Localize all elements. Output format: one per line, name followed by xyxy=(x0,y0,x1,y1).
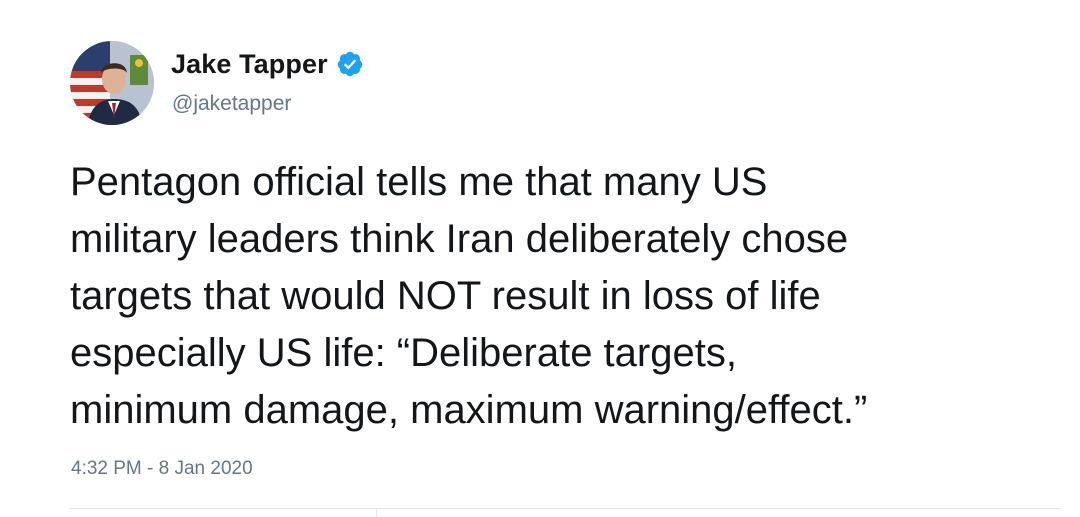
author-handle[interactable]: @jaketapper xyxy=(172,92,291,116)
tweet-text-line: especially US life: “Deliberate targets, xyxy=(70,331,737,375)
avatar[interactable] xyxy=(70,41,154,125)
tweet-text: Pentagon official tells me that many US … xyxy=(70,154,1070,439)
tweet-text-line: targets that would NOT result in loss of… xyxy=(70,274,821,318)
author-name-row[interactable]: Jake Tapper xyxy=(171,46,364,82)
avatar-photo-icon xyxy=(70,41,154,125)
author-name[interactable]: Jake Tapper xyxy=(171,49,328,80)
tweet-text-line: minimum damage, maximum warning/effect.” xyxy=(70,388,868,432)
verified-badge-icon xyxy=(336,50,364,78)
divider xyxy=(70,508,1060,509)
divider-tick xyxy=(376,509,377,517)
tweet-card: Jake Tapper @jaketapper Pentagon officia… xyxy=(0,0,1080,517)
tweet-text-line: military leaders think Iran deliberately… xyxy=(70,217,849,261)
tweet-timestamp[interactable]: 4:32 PM - 8 Jan 2020 xyxy=(71,458,253,480)
tweet-text-line: Pentagon official tells me that many US xyxy=(70,160,768,204)
